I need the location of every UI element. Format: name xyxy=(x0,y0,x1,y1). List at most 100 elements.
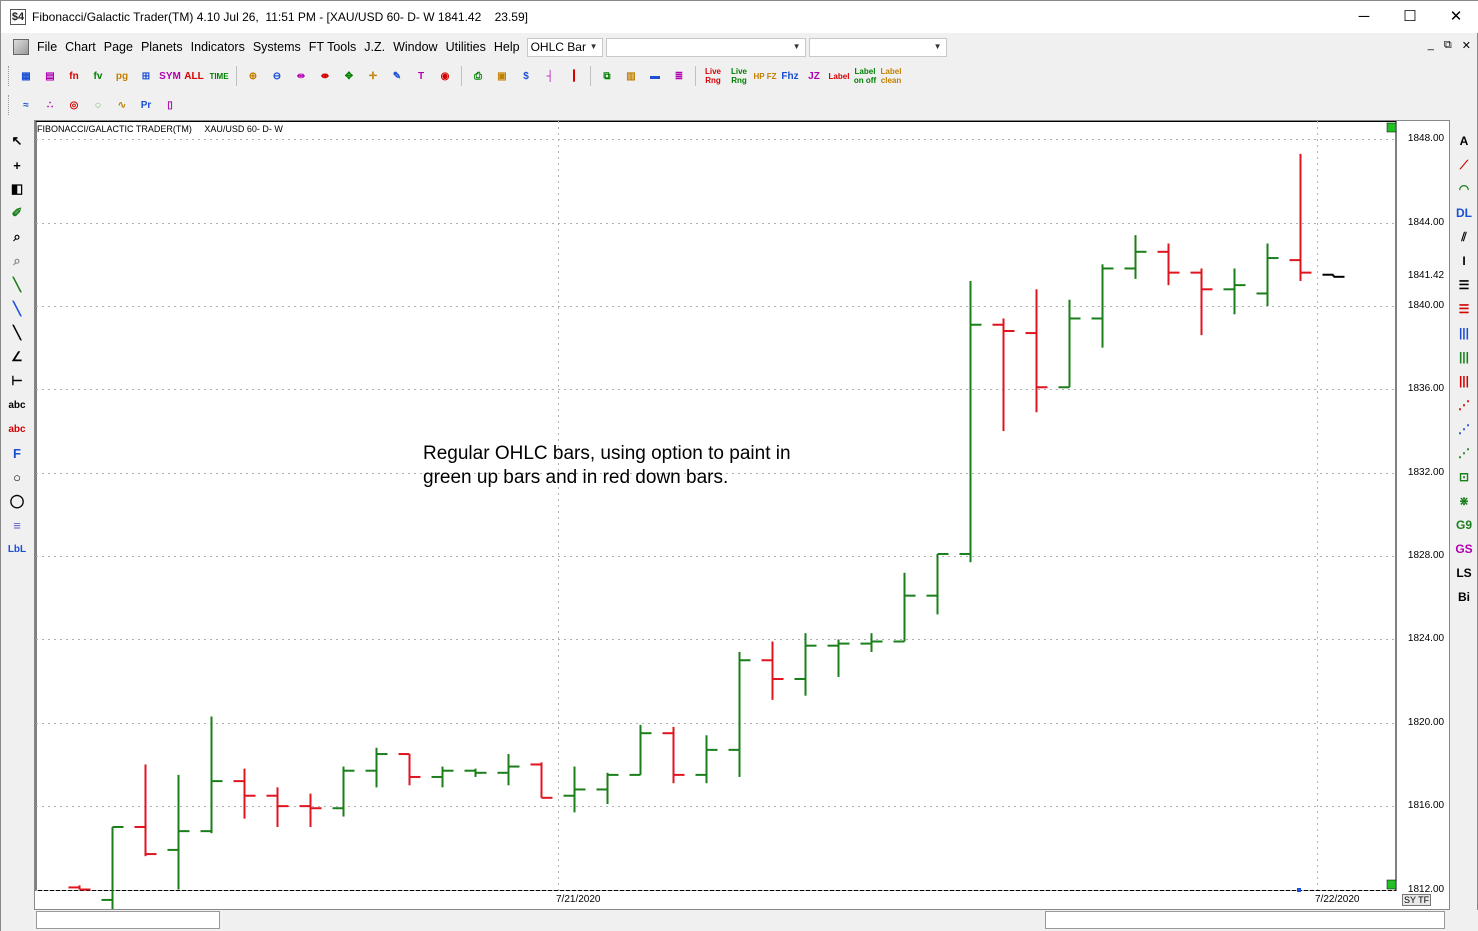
menu-help[interactable]: Help xyxy=(490,40,524,54)
label-icon[interactable]: Label xyxy=(826,65,852,87)
zoom-gray-icon[interactable]: ⌕ xyxy=(5,249,29,273)
page-icon[interactable]: ▯ xyxy=(158,94,182,116)
maximize-button[interactable]: ☐ xyxy=(1387,1,1433,31)
text-abc-icon[interactable]: abc xyxy=(5,393,29,417)
orbit-icon[interactable]: ◌ xyxy=(86,94,110,116)
stack-icon[interactable]: ▥ xyxy=(619,65,643,87)
crosshair-icon[interactable]: + xyxy=(5,153,29,177)
all-icon[interactable]: ALL xyxy=(182,65,206,87)
gann-box-icon[interactable]: ⊡ xyxy=(1452,465,1476,489)
text-delete-icon[interactable]: abc xyxy=(5,417,29,441)
vlines-green-icon[interactable]: ||| xyxy=(1452,345,1476,369)
close-button[interactable]: ✕ xyxy=(1433,1,1478,31)
windows-icon[interactable]: ⧉ xyxy=(595,65,619,87)
menu-indicators[interactable]: Indicators xyxy=(187,40,249,54)
text-icon[interactable]: T xyxy=(409,65,433,87)
dl-icon[interactable]: DL xyxy=(1452,201,1476,225)
eraser-icon[interactable]: ✐ xyxy=(5,201,29,225)
menu-ft-tools[interactable]: FT Tools xyxy=(305,40,360,54)
symbol-select[interactable]: ▼ xyxy=(605,37,806,57)
menu-jz[interactable]: J.Z. xyxy=(360,40,389,54)
chart-list-icon[interactable]: ▤ xyxy=(38,65,62,87)
gs-icon[interactable]: GS xyxy=(1452,537,1476,561)
bi-icon[interactable]: Bi xyxy=(1452,585,1476,609)
angle-icon[interactable]: ∠ xyxy=(5,345,29,369)
live-rng-2-icon[interactable]: Live Rng xyxy=(726,65,752,87)
pg-icon[interactable]: pg xyxy=(110,65,134,87)
retrace-icon[interactable]: I xyxy=(1452,249,1476,273)
fan-icon[interactable]: ⟋ xyxy=(1452,153,1476,177)
ohlc-chart[interactable] xyxy=(35,121,1449,909)
chart-type-select[interactable]: OHLC Bar ▼ xyxy=(526,37,603,57)
ls-icon[interactable]: LS xyxy=(1452,561,1476,585)
label-clean-icon[interactable]: Label clean xyxy=(878,65,904,87)
mdi-restore-button[interactable]: ⧉ xyxy=(1444,39,1452,52)
traffic-icon[interactable]: ◉ xyxy=(433,65,457,87)
menu-systems[interactable]: Systems xyxy=(249,40,305,54)
fib-f-icon[interactable]: F xyxy=(5,441,29,465)
mdi-minimize-button[interactable]: _ xyxy=(1428,39,1434,52)
speed-blue-icon[interactable]: ⋰ xyxy=(1452,417,1476,441)
pointer-icon[interactable]: ↖ xyxy=(5,129,29,153)
document-icon[interactable] xyxy=(13,39,29,55)
gann-fan-icon[interactable]: ⋇ xyxy=(1452,489,1476,513)
zoom-in-icon[interactable]: ⊕ xyxy=(241,65,265,87)
levels-icon[interactable]: ☰ xyxy=(1452,273,1476,297)
green-line-icon[interactable]: ╲ xyxy=(5,273,29,297)
blue-line-icon[interactable]: ╲ xyxy=(5,297,29,321)
speed-icon[interactable]: ⋰ xyxy=(1452,393,1476,417)
sytf-button[interactable]: SY TF xyxy=(1402,894,1432,906)
dollar-icon[interactable]: $ xyxy=(514,65,538,87)
speed-green-icon[interactable]: ⋰ xyxy=(1452,441,1476,465)
menu-file[interactable]: File xyxy=(33,40,61,54)
cycles-icon[interactable]: ∿ xyxy=(110,94,134,116)
magnet-icon[interactable]: ◧ xyxy=(5,177,29,201)
lbl-icon[interactable]: LbL xyxy=(5,537,29,561)
cross-icon[interactable]: ✛ xyxy=(361,65,385,87)
ray-icon[interactable]: ╲ xyxy=(5,321,29,345)
pr-icon[interactable]: Pr xyxy=(134,94,158,116)
chart-open-icon[interactable]: ▦ xyxy=(14,65,38,87)
planets-icon[interactable]: ∴ xyxy=(38,94,62,116)
minimize-button[interactable]: ─ xyxy=(1341,1,1387,31)
fork-icon[interactable]: ⊢ xyxy=(5,369,29,393)
menu-page[interactable]: Page xyxy=(100,40,137,54)
zoom-icon[interactable]: ⌕ xyxy=(5,225,29,249)
fhz-icon[interactable]: Fhz xyxy=(778,65,802,87)
red-stack-icon[interactable]: ▬ xyxy=(643,65,667,87)
mdi-close-button[interactable]: ✕ xyxy=(1462,39,1471,52)
compress-icon[interactable]: ⇼ xyxy=(313,65,337,87)
fv-icon[interactable]: fv xyxy=(86,65,110,87)
menu-planets[interactable]: Planets xyxy=(137,40,187,54)
g9-icon[interactable]: G9 xyxy=(1452,513,1476,537)
target-icon[interactable]: ◎ xyxy=(62,94,86,116)
color-bars-icon[interactable]: ≣ xyxy=(667,65,691,87)
print-icon[interactable]: ⎙ xyxy=(466,65,490,87)
move-icon[interactable]: ✥ xyxy=(337,65,361,87)
menu-chart[interactable]: Chart xyxy=(61,40,100,54)
menu-utilities[interactable]: Utilities xyxy=(442,40,490,54)
page-select[interactable]: ▼ xyxy=(808,37,947,57)
candles-icon[interactable]: ┃ xyxy=(562,65,586,87)
bars-icon[interactable]: ┤ xyxy=(538,65,562,87)
zoom-out-icon[interactable]: ⊖ xyxy=(265,65,289,87)
parallel-icon[interactable]: ⫽ xyxy=(1452,225,1476,249)
vlines-blue-icon[interactable]: ||| xyxy=(1452,321,1476,345)
vlines-red-icon[interactable]: ||| xyxy=(1452,369,1476,393)
expand-icon[interactable]: ⇹ xyxy=(289,65,313,87)
fn-icon[interactable]: fn xyxy=(62,65,86,87)
hp-fz-icon[interactable]: HP FZ xyxy=(752,65,778,87)
live-rng-1-icon[interactable]: Live Rng xyxy=(700,65,726,87)
levels-red-icon[interactable]: ☰ xyxy=(1452,297,1476,321)
circle-icon[interactable]: ○ xyxy=(5,465,29,489)
ellipse-icon[interactable]: ◯ xyxy=(5,489,29,513)
sym-icon[interactable]: SYM xyxy=(158,65,182,87)
grid-icon[interactable]: ⊞ xyxy=(134,65,158,87)
arc-icon[interactable]: ◠ xyxy=(1452,177,1476,201)
chart-window[interactable]: FIBONACCI/GALACTIC TRADER(TM) XAU/USD 60… xyxy=(34,120,1450,910)
toolbar-grip[interactable] xyxy=(8,95,11,115)
jz-icon[interactable]: JZ xyxy=(802,65,826,87)
text-a-icon[interactable]: A xyxy=(1452,129,1476,153)
lines-icon[interactable]: ≡ xyxy=(5,513,29,537)
label-onoff-icon[interactable]: Label on off xyxy=(852,65,878,87)
